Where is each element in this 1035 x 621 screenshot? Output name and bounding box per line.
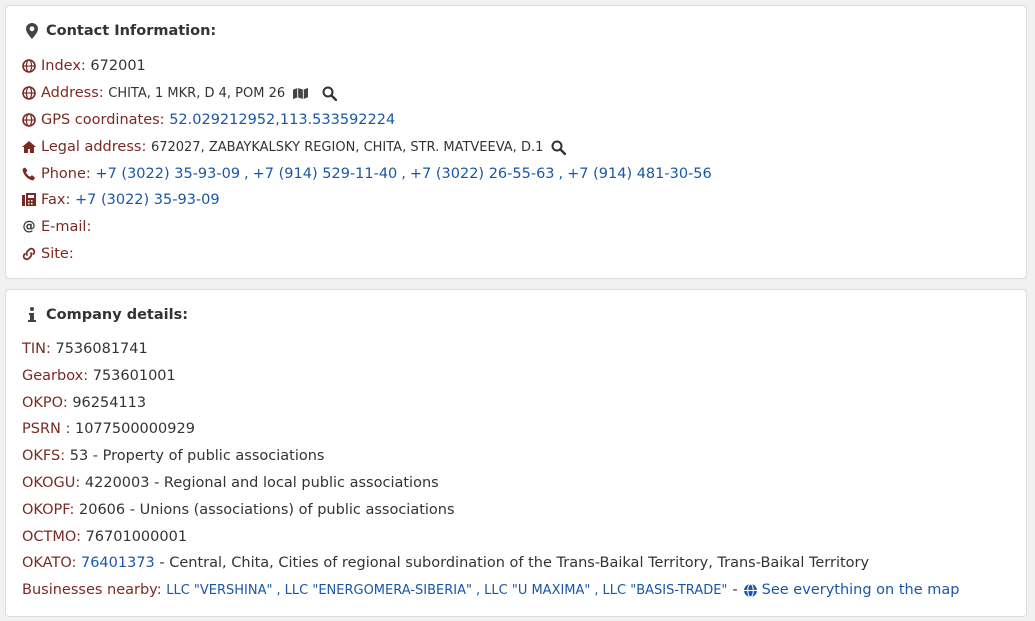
legal-address-value: 672027, ZABAYKALSKY REGION, CHITA, STR. …: [150, 139, 544, 155]
okpo-label: OKPO:: [22, 395, 68, 411]
okopf-row: OKOPF: 20606 - Unions (associations) of …: [22, 500, 455, 520]
phone-link[interactable]: +7 (3022) 26-55-63: [410, 166, 555, 182]
address-row: Address: CHITA, 1 MKR, D 4, POM 26: [22, 83, 338, 103]
globe-icon: [22, 113, 36, 127]
gearbox-value: 753601001: [92, 368, 176, 384]
site-row: Site:: [22, 244, 74, 264]
search-icon[interactable]: [322, 86, 338, 101]
phone-link[interactable]: +7 (914) 529-11-40: [253, 166, 398, 182]
search-icon[interactable]: [551, 140, 567, 155]
company-details-title: Company details:: [26, 307, 188, 323]
globe-icon: [22, 59, 36, 73]
separator: -: [732, 582, 738, 598]
globe-icon: [743, 583, 758, 598]
okogu-value: 4220003 - Regional and local public asso…: [84, 475, 439, 491]
separator: ,: [594, 582, 599, 598]
gps-label: GPS coordinates:: [41, 112, 165, 128]
okogu-label: OKOGU:: [22, 475, 81, 491]
okpo-value: 96254113: [72, 395, 147, 411]
info-icon: [26, 307, 38, 323]
okogu-row: OKOGU: 4220003 - Regional and local publ…: [22, 473, 439, 493]
okfs-row: OKFS: 53 - Property of public associatio…: [22, 446, 325, 466]
nearby-business-link[interactable]: LLC "VERSHINA": [166, 583, 272, 598]
site-label: Site:: [41, 246, 74, 262]
home-icon: [22, 140, 36, 154]
psrn-value: 1077500000929: [74, 421, 195, 437]
contact-info-title-text: Contact Information:: [46, 23, 217, 39]
fax-label: Fax:: [41, 192, 71, 208]
contact-info-title: Contact Information:: [26, 23, 216, 39]
psrn-row: PSRN : 1077500000929: [22, 419, 195, 439]
map-icon[interactable]: [293, 86, 309, 101]
gps-row: GPS coordinates: 52.029212952,113.533592…: [22, 110, 395, 130]
gearbox-label: Gearbox:: [22, 368, 89, 384]
okato-label: OKATO:: [22, 555, 77, 571]
separator: ,: [476, 582, 481, 598]
fax-link[interactable]: +7 (3022) 35-93-09: [75, 192, 220, 208]
separator: ,: [401, 166, 406, 182]
okato-link[interactable]: 76401373: [81, 555, 155, 571]
phone-link[interactable]: +7 (3022) 35-93-09: [95, 166, 240, 182]
octmo-value: 76701000001: [85, 529, 188, 545]
gearbox-row: Gearbox: 753601001: [22, 366, 176, 386]
phone-label: Phone:: [41, 166, 91, 182]
octmo-row: OCTMO: 76701000001: [22, 527, 187, 547]
okpo-row: OKPO: 96254113: [22, 393, 146, 413]
phone-icon: [22, 167, 36, 181]
octmo-label: OCTMO:: [22, 529, 81, 545]
tin-label: TIN:: [22, 341, 51, 357]
contact-info-panel: Contact Information: Index: 672001 Addre…: [5, 5, 1027, 279]
gps-link[interactable]: 52.029212952,113.533592224: [169, 112, 395, 128]
psrn-label: PSRN :: [22, 421, 71, 437]
email-row: @ E-mail:: [22, 217, 92, 237]
company-details-panel: Company details: TIN: 7536081741 Gearbox…: [5, 289, 1027, 617]
link-icon: [22, 247, 36, 261]
tin-value: 7536081741: [55, 341, 148, 357]
separator: ,: [558, 166, 564, 182]
at-icon: @: [22, 219, 36, 234]
globe-icon: [22, 86, 36, 100]
fax-row: Fax: +7 (3022) 35-93-09: [22, 190, 220, 210]
nearby-business-link[interactable]: LLC "U MAXIMA": [484, 583, 590, 598]
okfs-value: 53 - Property of public associations: [69, 448, 325, 464]
legal-address-label: Legal address:: [41, 139, 147, 155]
tin-row: TIN: 7536081741: [22, 339, 148, 359]
nearby-business-link[interactable]: LLC "BASIS-TRADE": [603, 583, 728, 598]
separator: ,: [244, 166, 249, 182]
okfs-label: OKFS:: [22, 448, 66, 464]
phone-row: Phone: +7 (3022) 35-93-09 , +7 (914) 529…: [22, 164, 712, 184]
email-label: E-mail:: [41, 219, 92, 235]
okato-description: - Central, Chita, Cities of regional sub…: [159, 555, 870, 571]
address-label: Address:: [41, 85, 104, 101]
nearby-label: Businesses nearby:: [22, 582, 162, 598]
okopf-label: OKOPF:: [22, 502, 75, 518]
see-on-map-link[interactable]: See everything on the map: [762, 582, 960, 598]
phone-link[interactable]: +7 (914) 481-30-56: [567, 166, 712, 182]
separator: ,: [276, 582, 281, 598]
legal-address-row: Legal address: 672027, ZABAYKALSKY REGIO…: [22, 137, 567, 157]
index-row: Index: 672001: [22, 56, 146, 76]
map-marker-icon: [26, 23, 38, 39]
fax-icon: [22, 193, 36, 207]
nearby-business-link[interactable]: LLC "ENERGOMERA-SIBERIA": [285, 583, 472, 598]
address-value: CHITA, 1 MKR, D 4, POM 26: [108, 85, 286, 101]
okopf-value: 20606 - Unions (associations) of public …: [79, 502, 455, 518]
company-details-title-text: Company details:: [46, 307, 188, 323]
index-label: Index:: [41, 58, 86, 74]
nearby-row: Businesses nearby: LLC "VERSHINA" , LLC …: [22, 580, 959, 600]
index-value: 672001: [90, 58, 146, 74]
okato-row: OKATO: 76401373 - Central, Chita, Cities…: [22, 553, 869, 573]
